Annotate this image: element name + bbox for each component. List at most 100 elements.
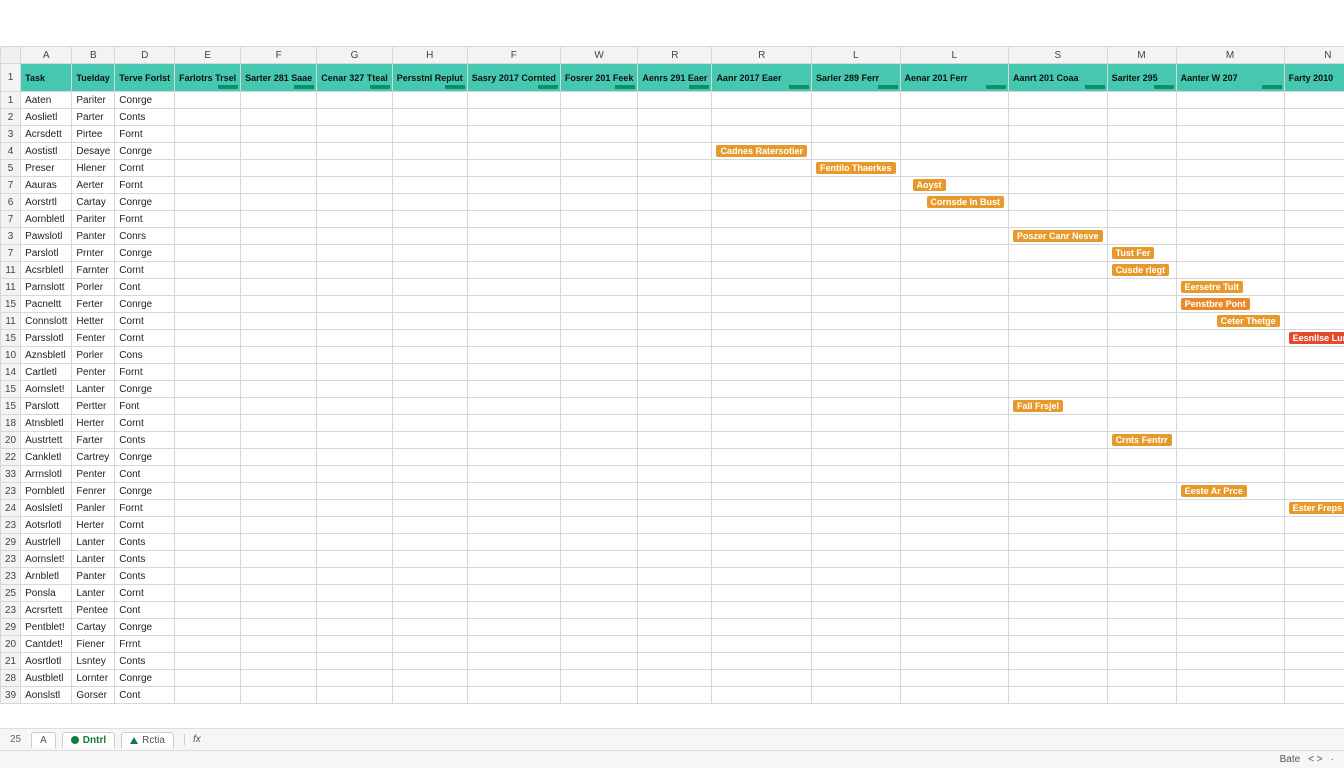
cell[interactable] [900,585,1009,602]
cell[interactable] [1107,347,1176,364]
cell[interactable] [317,415,393,432]
cell[interactable]: Conrge [115,619,175,636]
cell[interactable] [241,228,317,245]
cell[interactable] [638,126,712,143]
cell[interactable] [467,279,560,296]
cell[interactable] [467,483,560,500]
cell[interactable] [638,143,712,160]
cell[interactable]: Acrsrtett [21,602,72,619]
cell[interactable] [712,398,812,415]
cell[interactable] [560,534,638,551]
cell[interactable] [1107,160,1176,177]
row-header[interactable]: 7 [1,211,21,228]
cell[interactable] [1009,602,1108,619]
cell[interactable]: Conts [115,551,175,568]
cell[interactable]: Prnter [72,245,115,262]
cell[interactable] [638,602,712,619]
cell[interactable] [467,636,560,653]
row-header[interactable]: 21 [1,653,21,670]
cell[interactable] [1009,517,1108,534]
cell[interactable] [638,296,712,313]
cell[interactable]: Aornbletl [21,211,72,228]
cell[interactable] [1284,432,1344,449]
cell[interactable] [317,279,393,296]
row-header[interactable]: 15 [1,381,21,398]
cell[interactable] [638,92,712,109]
cell[interactable] [467,364,560,381]
cell[interactable]: Atnsbletl [21,415,72,432]
cell[interactable] [392,262,467,279]
cell[interactable] [638,517,712,534]
cell[interactable] [392,534,467,551]
cell[interactable] [392,109,467,126]
cell[interactable] [712,109,812,126]
cell[interactable] [1009,347,1108,364]
cell[interactable] [638,364,712,381]
timeline-header-cell[interactable]: Farty 2010 [1284,64,1344,92]
cell[interactable] [392,194,467,211]
cell[interactable] [900,500,1009,517]
row-header[interactable]: 6 [1,194,21,211]
cell[interactable] [241,109,317,126]
cell[interactable]: Aauras [21,177,72,194]
cell[interactable] [1107,483,1176,500]
col-header[interactable]: A [21,47,72,64]
cell[interactable] [317,500,393,517]
cell[interactable] [1176,466,1284,483]
col-header[interactable]: S [1009,47,1108,64]
cell[interactable]: Cartay [72,619,115,636]
cell[interactable] [241,313,317,330]
cell[interactable]: Lornter [72,670,115,687]
cell[interactable]: Ferter [72,296,115,313]
cell[interactable] [317,534,393,551]
timeline-header-cell[interactable]: Aanrt 201 Coaa [1009,64,1108,92]
cell[interactable] [1176,653,1284,670]
cell[interactable]: Aerter [72,177,115,194]
cell[interactable] [175,432,241,449]
cell[interactable] [811,330,900,347]
cell[interactable] [241,194,317,211]
cell[interactable] [638,398,712,415]
cell[interactable] [241,653,317,670]
cell[interactable] [392,245,467,262]
cell[interactable] [175,211,241,228]
cell[interactable]: Ceter Thetge [1176,313,1284,330]
cell[interactable] [1176,143,1284,160]
timeline-header-cell[interactable]: Terve Forlst [115,64,175,92]
cell[interactable] [712,500,812,517]
cell[interactable]: Eesnllse Lurtotlt [1284,330,1344,347]
cell[interactable] [900,330,1009,347]
cell[interactable]: Cont [115,687,175,704]
cell[interactable] [811,262,900,279]
cell[interactable]: Lsntey [72,653,115,670]
cell[interactable] [1284,602,1344,619]
cell[interactable]: Conrge [115,483,175,500]
cell[interactable]: Connslott [21,313,72,330]
cell[interactable] [317,109,393,126]
cell[interactable]: Cankletl [21,449,72,466]
cell[interactable] [1284,398,1344,415]
cell[interactable] [1107,143,1176,160]
cell[interactable] [1009,449,1108,466]
cell[interactable] [560,381,638,398]
cell[interactable] [1107,449,1176,466]
cell[interactable] [175,109,241,126]
cell[interactable]: Desaye [72,143,115,160]
cell[interactable] [1284,585,1344,602]
cell[interactable] [175,177,241,194]
cell[interactable] [560,330,638,347]
timeline-header-cell[interactable]: Aanr 2017 Eaer [712,64,812,92]
cell[interactable] [638,109,712,126]
cell[interactable] [317,636,393,653]
cell[interactable] [811,432,900,449]
cell[interactable] [1176,687,1284,704]
cell[interactable] [811,143,900,160]
cell[interactable]: Lanter [72,381,115,398]
cell[interactable] [1176,364,1284,381]
cell[interactable] [1009,143,1108,160]
cell[interactable]: Penter [72,364,115,381]
cell[interactable]: Cornt [115,313,175,330]
cell[interactable] [392,517,467,534]
cell[interactable] [467,687,560,704]
col-header[interactable]: D [115,47,175,64]
